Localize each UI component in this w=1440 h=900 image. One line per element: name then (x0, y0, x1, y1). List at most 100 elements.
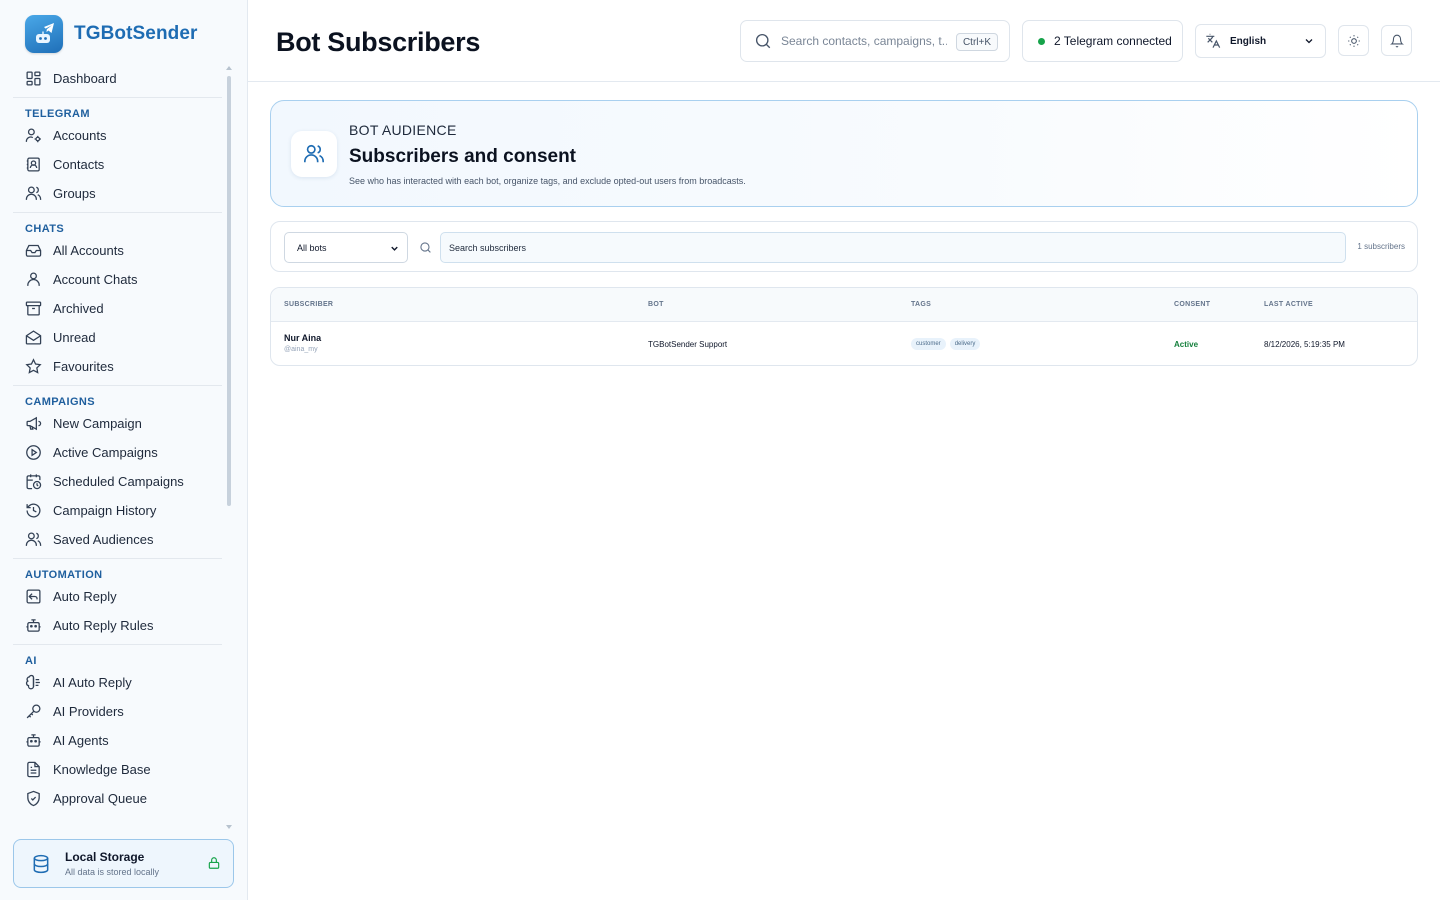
language-select[interactable]: English (1195, 24, 1326, 58)
subscriber-handle: @aina_my (284, 346, 318, 353)
telegram-bot-logo-icon (25, 15, 63, 53)
sidebar-scrollbar[interactable] (226, 66, 232, 829)
hero-title: Subscribers and consent (349, 146, 577, 167)
sidebar-item-favourites[interactable]: Favourites (13, 352, 222, 381)
bot-filter-value: All bots (297, 242, 327, 253)
chevron-down-icon (391, 246, 398, 251)
storage-title: Local Storage (65, 850, 145, 864)
sidebar-item-dashboard[interactable]: Dashboard (13, 64, 222, 93)
hero-description: See who has interacted with each bot, or… (349, 176, 746, 186)
sidebar-item-groups[interactable]: Groups (13, 179, 222, 208)
subscriber-bot: TGBotSender Support (648, 340, 728, 349)
users-icon (25, 186, 42, 200)
top-header: Bot Subscribers Search contacts, campaig… (248, 0, 1440, 82)
lock-icon (207, 855, 221, 876)
sidebar-item-label: Approval Queue (53, 791, 147, 806)
sidebar-item-label: Active Campaigns (53, 445, 158, 460)
search-shortcut: Ctrl+K (955, 33, 998, 51)
column-header-last-active: LAST ACTIVE (1264, 301, 1313, 308)
scroll-up-arrow-icon[interactable] (226, 66, 232, 70)
sidebar-item-archived[interactable]: Archived (13, 294, 222, 323)
bot-audience-hero: BOT AUDIENCE Subscribers and consent See… (270, 100, 1418, 207)
sidebar-item-ai-auto-reply[interactable]: AI Auto Reply (13, 668, 222, 697)
sidebar-item-ai-providers[interactable]: AI Providers (13, 697, 222, 726)
scrollbar-thumb[interactable] (227, 76, 231, 506)
sidebar-item-label: AI Agents (53, 733, 109, 748)
notifications-button[interactable] (1381, 25, 1412, 56)
sidebar-item-active-campaigns[interactable]: Active Campaigns (13, 438, 222, 467)
users-icon (291, 131, 337, 177)
sidebar-item-unread[interactable]: Unread (13, 323, 222, 352)
contact-book-icon (26, 157, 40, 172)
tag-chip[interactable]: customer (911, 338, 946, 350)
sidebar-item-label: Accounts (53, 128, 107, 143)
sidebar-item-contacts[interactable]: Contacts (13, 150, 222, 179)
column-header-subscriber: SUBSCRIBER (284, 301, 334, 308)
sidebar-item-campaign-history[interactable]: Campaign History (13, 496, 222, 525)
subscriber-count: 1 subscribers (1357, 242, 1405, 251)
search-icon (755, 33, 771, 49)
subscriber-name: Nur Aina (284, 333, 322, 343)
bot-icon (26, 619, 41, 632)
chevron-down-icon (1305, 39, 1313, 44)
status-dot-icon (1038, 37, 1045, 45)
sidebar-item-auto-reply-rules[interactable]: Auto Reply Rules (13, 611, 222, 640)
sidebar-item-saved-audiences[interactable]: Saved Audiences (13, 525, 222, 554)
subscriber-search-placeholder: Search subscribers (449, 242, 527, 253)
subscriber-filter-bar: All bots Search subscribers 1 subscriber… (270, 221, 1418, 272)
mail-open-icon (25, 330, 42, 345)
brand-name: TGBotSender (74, 23, 198, 44)
local-storage-card: Local Storage All data is stored locally (13, 839, 234, 888)
sidebar-item-label: Auto Reply Rules (53, 618, 154, 633)
table-header: SUBSCRIBER BOT TAGS CONSENT LAST ACTIVE (271, 288, 1417, 322)
sidebar-item-label: New Campaign (53, 416, 142, 431)
last-active-timestamp: 8/12/2026, 5:19:35 PM (1264, 340, 1345, 349)
storage-subtitle: All data is stored locally (65, 867, 160, 877)
brain-icon (25, 674, 40, 690)
sidebar-item-label: AI Auto Reply (53, 675, 132, 690)
sidebar-item-label: Contacts (53, 157, 105, 172)
sidebar-item-auto-reply[interactable]: Auto Reply (13, 582, 222, 611)
section-ai: AI (13, 644, 222, 668)
sun-icon (1347, 34, 1360, 47)
sidebar-item-scheduled-campaigns[interactable]: Scheduled Campaigns (13, 467, 222, 496)
sidebar-item-account-chats[interactable]: Account Chats (13, 265, 222, 294)
language-value: English (1230, 35, 1267, 47)
sidebar-item-new-campaign[interactable]: New Campaign (13, 409, 222, 438)
sidebar-item-approval-queue[interactable]: Approval Queue (13, 784, 222, 813)
sidebar-item-ai-agents[interactable]: AI Agents (13, 726, 222, 755)
sidebar-item-knowledge-base[interactable]: Knowledge Base (13, 755, 222, 784)
bot-filter-select[interactable]: All bots (284, 232, 408, 263)
sidebar-item-label: Campaign History (53, 503, 157, 518)
megaphone-icon (26, 416, 42, 431)
reply-icon (26, 589, 41, 604)
sidebar-item-accounts[interactable]: Accounts (13, 121, 222, 150)
star-icon (25, 358, 42, 374)
scroll-down-arrow-icon[interactable] (226, 825, 232, 829)
subscriber-search-input[interactable]: Search subscribers (440, 232, 1346, 263)
global-search-input[interactable]: Search contacts, campaigns, t... Ctrl+K (740, 20, 1010, 62)
column-header-tags: TAGS (911, 301, 932, 308)
sidebar-item-label: Favourites (53, 359, 114, 374)
file-text-icon (27, 761, 40, 778)
history-icon (26, 503, 41, 518)
sidebar-item-label: Unread (53, 330, 96, 345)
telegram-status[interactable]: 2 Telegram connected (1022, 20, 1183, 62)
section-telegram: TELEGRAM (13, 97, 222, 121)
inbox-icon (25, 244, 42, 257)
section-campaigns: CAMPAIGNS (13, 385, 222, 409)
brand[interactable]: TGBotSender (25, 15, 198, 53)
theme-toggle-button[interactable] (1338, 25, 1369, 56)
bot-icon (26, 734, 41, 747)
user-cog-icon (25, 128, 41, 143)
sidebar-item-label: Knowledge Base (53, 762, 151, 777)
bell-icon (1389, 34, 1404, 47)
table-row[interactable]: Nur Aina @aina_my TGBotSender Support cu… (271, 322, 1417, 365)
column-header-bot: BOT (648, 301, 664, 308)
column-header-consent: CONSENT (1174, 301, 1211, 308)
sidebar-item-all-accounts[interactable]: All Accounts (13, 236, 222, 265)
page-title: Bot Subscribers (276, 27, 481, 57)
sidebar-item-label: Scheduled Campaigns (53, 474, 184, 489)
tag-chip[interactable]: delivery (949, 338, 981, 350)
sidebar-nav: Dashboard TELEGRAM Accounts Contacts Gro… (13, 64, 222, 830)
